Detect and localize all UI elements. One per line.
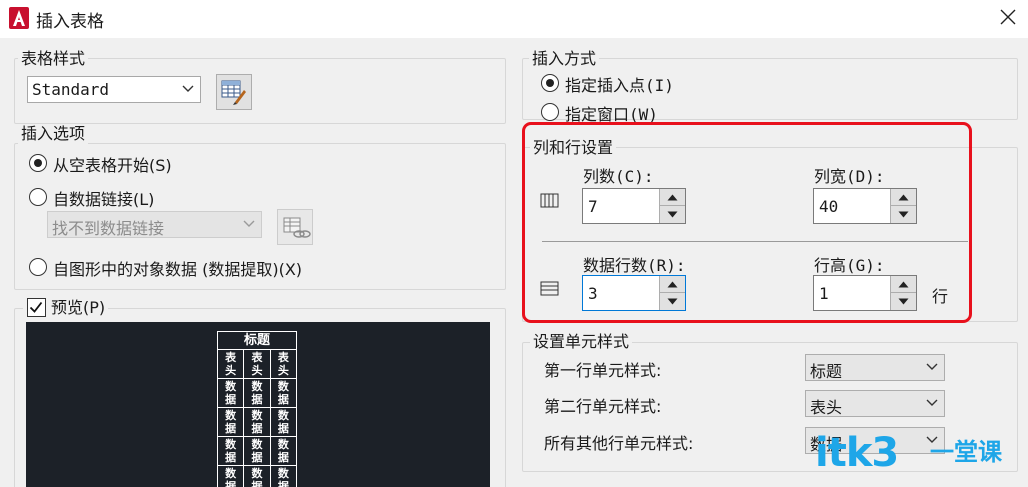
- chevron-down-icon: [926, 399, 938, 406]
- autocad-logo-icon: [9, 7, 29, 29]
- preview-data-cell: 数据: [277, 438, 289, 464]
- preview-data-cell: 数据: [244, 466, 271, 487]
- data-link-select: 找不到数据链接: [47, 211, 262, 238]
- second-row-style-label: 第二行单元样式:: [544, 397, 662, 416]
- preview-table-title: 标题: [218, 332, 296, 350]
- first-row-style-select[interactable]: 标题: [805, 354, 945, 381]
- preview-checkbox[interactable]: [27, 298, 46, 317]
- radio-insert-point[interactable]: [541, 74, 559, 92]
- first-row-style-value: 标题: [810, 362, 843, 381]
- preview-data-cell: 数据: [244, 379, 271, 407]
- preview-data-cell: 数据: [218, 466, 245, 487]
- window-title: 插入表格: [36, 12, 104, 32]
- data-link-placeholder: 找不到数据链接: [52, 219, 165, 238]
- second-row-style-select[interactable]: 表头: [805, 390, 945, 417]
- radio-object-data-label: 自图形中的对象数据 (数据提取)(X): [53, 260, 303, 279]
- preview-data-cell: 数据: [218, 379, 245, 407]
- preview-data-row: 数据 数据 数据: [218, 379, 296, 408]
- table-style-value: Standard: [32, 80, 110, 99]
- other-rows-style-label: 所有其他行单元样式:: [544, 434, 694, 453]
- title-bar: [0, 0, 1028, 38]
- table-style-dialog-button[interactable]: [216, 74, 252, 110]
- table-style-group-label: 表格样式: [18, 49, 89, 69]
- preview-data-cell: 数据: [277, 380, 289, 406]
- preview-data-row: 数据 数据 数据: [218, 466, 296, 487]
- radio-data-link-label: 自数据链接(L): [53, 190, 155, 209]
- chevron-down-icon: [926, 363, 938, 370]
- preview-header-cell: 表头: [244, 350, 271, 378]
- preview-data-row: 数据 数据 数据: [218, 437, 296, 466]
- watermark-cn: 一堂课: [930, 438, 1002, 466]
- table-style-select[interactable]: Standard: [27, 76, 201, 103]
- preview-header-cell: 表头: [218, 350, 245, 378]
- watermark-text: itk3: [815, 430, 899, 476]
- preview-data-cell: 数据: [244, 437, 271, 465]
- insert-method-group-label: 插入方式: [529, 49, 600, 69]
- preview-header-row: 表头 表头 表头: [218, 350, 296, 379]
- close-icon[interactable]: [996, 5, 1020, 29]
- data-link-manager-button: [277, 209, 313, 245]
- preview-label: 预览(P): [51, 298, 106, 317]
- preview-header-cell: 表头: [277, 351, 289, 377]
- chevron-down-icon: [243, 220, 255, 227]
- data-link-manager-icon: [283, 217, 311, 238]
- table-style-dialog-icon: [221, 80, 246, 105]
- highlight-box: [522, 122, 972, 323]
- preview-data-cell: 数据: [277, 409, 289, 435]
- first-row-style-label: 第一行单元样式:: [544, 361, 662, 380]
- radio-data-link[interactable]: [29, 188, 47, 206]
- preview-data-cell: 数据: [218, 437, 245, 465]
- radio-start-empty-label: 从空表格开始(S): [53, 156, 172, 175]
- radio-object-data[interactable]: [29, 258, 47, 276]
- cell-styles-group-label: 设置单元样式: [530, 332, 633, 352]
- preview-data-cell: 数据: [218, 408, 245, 436]
- preview-data-cell: 数据: [244, 408, 271, 436]
- preview-data-cell: 数据: [277, 467, 289, 487]
- check-icon: [29, 301, 43, 313]
- radio-insert-point-label: 指定插入点(I): [565, 76, 674, 95]
- radio-window[interactable]: [541, 103, 559, 121]
- insert-options-group-label: 插入选项: [18, 124, 89, 144]
- chevron-down-icon: [182, 85, 194, 92]
- radio-start-empty[interactable]: [29, 154, 47, 172]
- second-row-style-value: 表头: [810, 398, 843, 417]
- preview-table: 标题 表头 表头 表头 数据 数据 数据 数据 数据 数据 数据 数据 数据 数…: [217, 331, 297, 487]
- preview-data-row: 数据 数据 数据: [218, 408, 296, 437]
